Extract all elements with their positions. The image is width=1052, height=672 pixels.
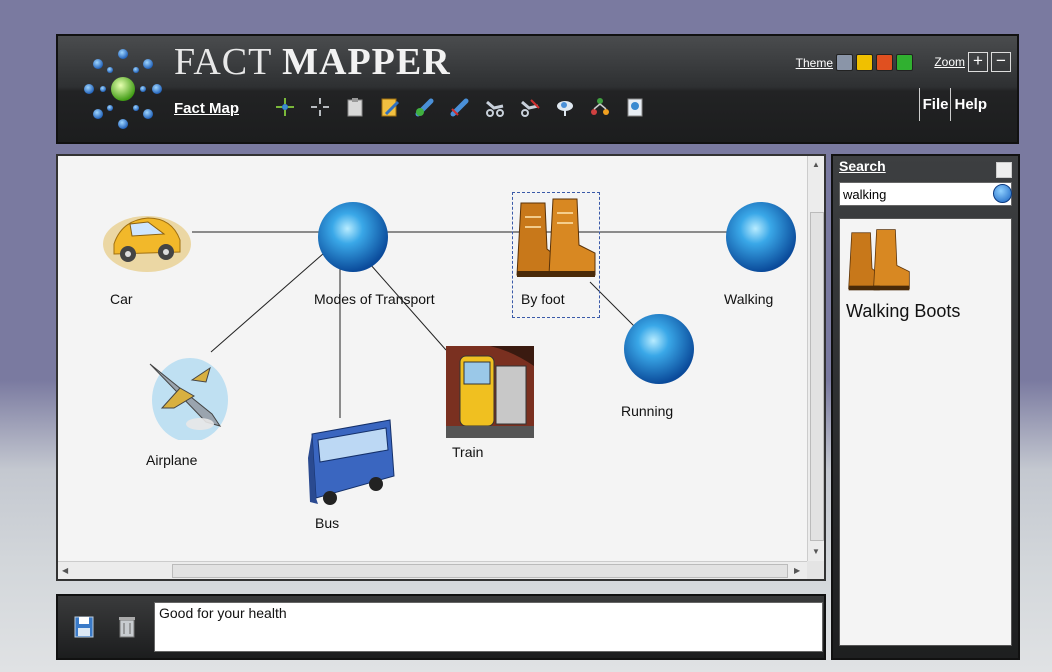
save-button[interactable] [74, 616, 94, 638]
node-car[interactable] [102, 192, 192, 281]
node-label-train: Train [452, 444, 484, 460]
fact-map-canvas[interactable]: Car Modes of Transport By foot Walking A… [56, 154, 826, 581]
app-header: FACT MAPPER Fact Map Theme Zoom + − File… [56, 34, 1019, 144]
remove-link-button[interactable] [447, 94, 473, 120]
scroll-down-arrow-icon[interactable]: ▼ [812, 547, 820, 556]
clipboard-button[interactable] [342, 94, 368, 120]
zoom-controls: Zoom + − [934, 52, 1011, 72]
blue-sphere-icon [726, 202, 796, 272]
search-title: Search [839, 158, 886, 174]
zoom-out-button[interactable]: − [991, 52, 1011, 72]
node-label-walking: Walking [724, 291, 774, 307]
search-go-icon[interactable] [993, 184, 1012, 203]
search-input[interactable] [839, 182, 1012, 206]
connect-icon [486, 100, 504, 117]
main-menu: File Help [918, 88, 989, 121]
zoom-in-button[interactable]: + [968, 52, 988, 72]
scroll-right-arrow-icon[interactable]: ▶ [794, 566, 800, 575]
vertical-scrollbar[interactable]: ▲ ▼ [807, 156, 824, 561]
minimize-button[interactable] [996, 162, 1012, 178]
node-label-by-foot: By foot [521, 291, 565, 307]
add-node-button[interactable] [272, 94, 298, 120]
scroll-corner [807, 561, 824, 579]
trash-icon [119, 617, 135, 638]
node-running[interactable] [622, 312, 696, 391]
node-label-modes-of-transport: Modes of Transport [314, 291, 435, 307]
ideas-cloud-button[interactable] [552, 94, 578, 120]
search-result-label: Walking Boots [846, 301, 961, 321]
edit-note-button[interactable] [377, 94, 403, 120]
theme-swatch-red[interactable] [876, 54, 893, 71]
airplane-icon [149, 358, 228, 442]
search-panel: Search Walking Boots [831, 154, 1020, 660]
connect-button[interactable] [482, 94, 508, 120]
boots-icon [848, 229, 910, 291]
node-label-airplane: Airplane [146, 452, 198, 468]
node-walking[interactable] [724, 200, 798, 279]
theme-selector: Theme [796, 54, 913, 71]
disconnect-button[interactable] [517, 94, 543, 120]
theme-label: Theme [795, 55, 833, 70]
remove-link-icon [450, 98, 469, 117]
scroll-up-arrow-icon[interactable]: ▲ [812, 160, 820, 169]
ideas-cloud-icon [557, 101, 573, 116]
note-textarea[interactable]: Good for your health [154, 602, 823, 652]
theme-swatch-green[interactable] [896, 54, 913, 71]
horizontal-scroll-thumb[interactable] [172, 564, 788, 578]
node-bus[interactable] [306, 414, 398, 517]
save-icon [74, 616, 94, 638]
node-label-running: Running [621, 403, 674, 419]
node-label-bus: Bus [315, 515, 340, 531]
train-icon [446, 343, 534, 438]
document-icon [627, 98, 643, 117]
theme-swatch-yellow[interactable] [856, 54, 873, 71]
disconnect-icon [521, 99, 540, 117]
magic-wand-icon [311, 98, 329, 116]
node-modes-of-transport[interactable] [316, 200, 390, 279]
document-button[interactable] [622, 94, 648, 120]
blue-sphere-icon [318, 202, 388, 272]
search-results-list: Walking Boots [839, 218, 1012, 646]
add-link-icon [415, 98, 434, 117]
hierarchy-button[interactable] [587, 94, 613, 120]
fact-map-label[interactable]: Fact Map [174, 100, 239, 117]
theme-swatch-grey[interactable] [836, 54, 853, 71]
hierarchy-icon [591, 98, 609, 115]
toolbar [272, 94, 648, 120]
node-train[interactable] [446, 343, 534, 443]
car-icon [103, 216, 191, 272]
boots-icon [516, 198, 596, 277]
clipboard-icon [347, 98, 363, 117]
edit-note-icon [381, 98, 400, 117]
note-panel: Good for your health [56, 594, 826, 660]
zoom-label: Zoom [934, 55, 965, 69]
blue-sphere-icon [624, 314, 694, 384]
delete-button[interactable] [118, 614, 136, 638]
horizontal-scrollbar[interactable]: ◀ ▶ [58, 561, 807, 579]
app-title: FACT MAPPER [174, 41, 451, 83]
vertical-scroll-thumb[interactable] [810, 212, 824, 541]
file-menu[interactable]: File [918, 88, 951, 121]
help-menu[interactable]: Help [950, 88, 989, 121]
add-link-button[interactable] [412, 94, 438, 120]
node-airplane[interactable] [140, 350, 230, 445]
bus-icon [308, 419, 395, 505]
scroll-left-arrow-icon[interactable]: ◀ [62, 566, 68, 575]
magic-wand-button[interactable] [307, 94, 333, 120]
node-label-car: Car [110, 291, 133, 307]
add-node-icon [276, 98, 294, 116]
fact-mapper-logo [84, 49, 162, 129]
